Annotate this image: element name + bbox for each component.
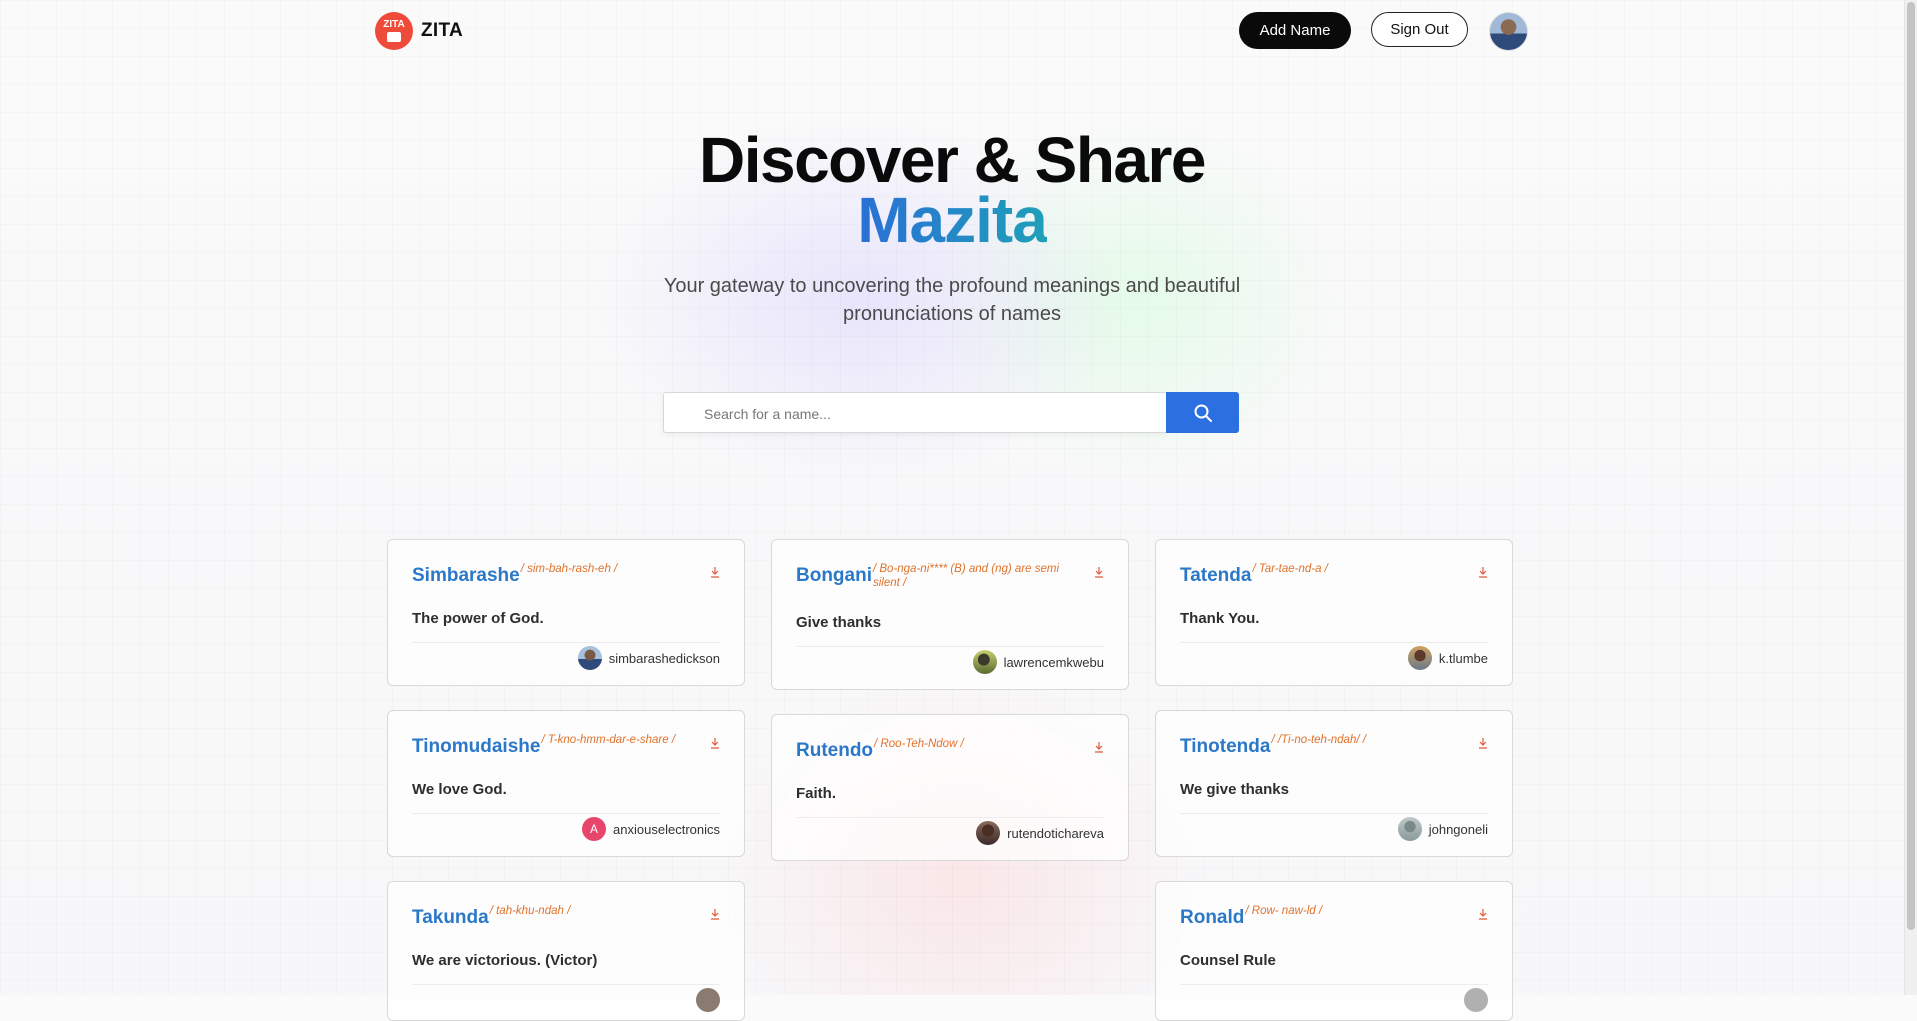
card-pronunciation: / sim-bah-rash-eh /	[520, 563, 618, 575]
author-avatar	[1397, 817, 1422, 841]
name-card[interactable]: Tatenda / Tar-tae-nd-a / Thank You. k.tlu…	[1155, 539, 1513, 686]
card-pronunciation: / Row- naw-ld /	[1245, 905, 1323, 917]
card-pronunciation: / Roo-Teh-Ndow /	[874, 738, 964, 750]
download-icon[interactable]	[1094, 741, 1104, 753]
card-meaning: We love God.	[412, 781, 507, 798]
author-username: johngoneli	[1428, 821, 1488, 837]
author-avatar: A	[582, 817, 607, 841]
card-pronunciation: / T-kno-hmm-dar-e-share /	[541, 734, 676, 746]
top-nav: ZITA ZITA Add Name Sign Out	[375, 10, 1528, 52]
scrollbar-thumb[interactable]	[1907, 2, 1915, 930]
add-name-button[interactable]: Add Name	[1239, 12, 1351, 49]
brand-name: ZITA	[421, 20, 464, 41]
card-pronunciation: / /Ti-no-teh-ndah/ /	[1271, 734, 1366, 746]
author-avatar	[972, 650, 997, 674]
page-scrollbar[interactable]	[1904, 0, 1917, 995]
author-username: simbarashedickson	[608, 650, 720, 666]
download-icon[interactable]	[710, 566, 720, 578]
card-name[interactable]: Tinomudaishe	[412, 735, 540, 759]
card-meaning: Thank You.	[1180, 610, 1260, 627]
name-card[interactable]: Tinomudaishe / T-kno-hmm-dar-e-share / We…	[387, 710, 745, 857]
card-meaning: We are victorious. (Victor)	[412, 952, 598, 969]
sign-out-button[interactable]: Sign Out	[1371, 12, 1468, 47]
card-name[interactable]: Takunda	[412, 906, 489, 930]
card-name[interactable]: Simbarashe	[412, 564, 520, 588]
author-avatar	[577, 646, 602, 670]
card-name[interactable]: Ronald	[1180, 906, 1244, 930]
card-pronunciation: / tah-khu-ndah /	[489, 905, 571, 917]
card-author[interactable]: rutendotichareva	[976, 821, 1104, 845]
card-meaning: The power of God.	[412, 610, 544, 627]
download-icon[interactable]	[1478, 566, 1488, 578]
card-meaning: Faith.	[796, 785, 836, 802]
download-icon[interactable]	[1478, 737, 1488, 749]
download-icon[interactable]	[710, 908, 720, 920]
name-card[interactable]: Simbarashe / sim-bah-rash-eh / The power …	[387, 539, 745, 686]
card-author[interactable]: A anxiouselectronics	[582, 817, 720, 841]
author-username: anxiouselectronics	[613, 821, 720, 837]
hero-accent-text: Mazita	[857, 184, 1048, 256]
download-icon[interactable]	[1478, 908, 1488, 920]
card-pronunciation: / Tar-tae-nd-a /	[1252, 563, 1328, 575]
search-icon	[1194, 404, 1212, 422]
author-username: lawrencemkwebu	[1003, 654, 1104, 670]
hero-accent-title: Mazita	[0, 188, 1904, 252]
card-name[interactable]: Tatenda	[1180, 564, 1251, 588]
card-name[interactable]: Bongani	[796, 564, 872, 588]
logo-badge-icon: ZITA	[375, 12, 413, 50]
name-card[interactable]: Bongani / Bo-nga-ni**** (B) and (ng) are …	[771, 539, 1129, 690]
search-input[interactable]	[702, 393, 1146, 434]
author-avatar	[976, 821, 1001, 845]
card-author[interactable]: simbarashedickson	[577, 646, 720, 670]
author-username: k.tlumbe	[1438, 650, 1488, 666]
card-author[interactable]: johngoneli	[1397, 817, 1488, 841]
name-card[interactable]: Rutendo / Roo-Teh-Ndow / Faith. rutendoti…	[771, 714, 1129, 861]
name-card[interactable]: Takunda / tah-khu-ndah / We are victoriou…	[387, 881, 745, 1021]
author-avatar	[696, 988, 720, 1012]
card-meaning: Give thanks	[796, 614, 882, 631]
search-button[interactable]	[1166, 392, 1239, 433]
author-avatar	[1464, 988, 1488, 1012]
author-avatar	[1407, 646, 1432, 670]
logo[interactable]: ZITA ZITA	[375, 12, 463, 50]
card-author[interactable]	[696, 988, 720, 1012]
download-icon[interactable]	[1094, 566, 1104, 578]
logo-badge-text: ZITA	[383, 19, 405, 30]
name-card[interactable]: Ronald / Row- naw-ld / Counsel Rule	[1155, 881, 1513, 1021]
search-bar	[663, 392, 1167, 434]
card-author[interactable]: lawrencemkwebu	[972, 650, 1104, 674]
user-avatar[interactable]	[1489, 12, 1528, 51]
card-meaning: We give thanks	[1180, 781, 1289, 798]
name-card[interactable]: Tinotenda / /Ti-no-teh-ndah/ / We give th…	[1155, 710, 1513, 857]
hero-subtitle: Your gateway to uncovering the profound …	[663, 275, 1241, 325]
author-username: rutendotichareva	[1007, 825, 1104, 841]
hero-title: Discover & Share	[698, 124, 1207, 196]
download-icon[interactable]	[710, 737, 720, 749]
card-name[interactable]: Tinotenda	[1180, 735, 1270, 759]
card-name[interactable]: Rutendo	[796, 739, 873, 763]
card-author[interactable]	[1464, 988, 1488, 1012]
card-pronunciation: / Bo-nga-ni**** (B) and (ng) are semi si…	[873, 563, 1059, 589]
card-author[interactable]: k.tlumbe	[1407, 646, 1488, 670]
card-meaning: Counsel Rule	[1180, 952, 1276, 969]
